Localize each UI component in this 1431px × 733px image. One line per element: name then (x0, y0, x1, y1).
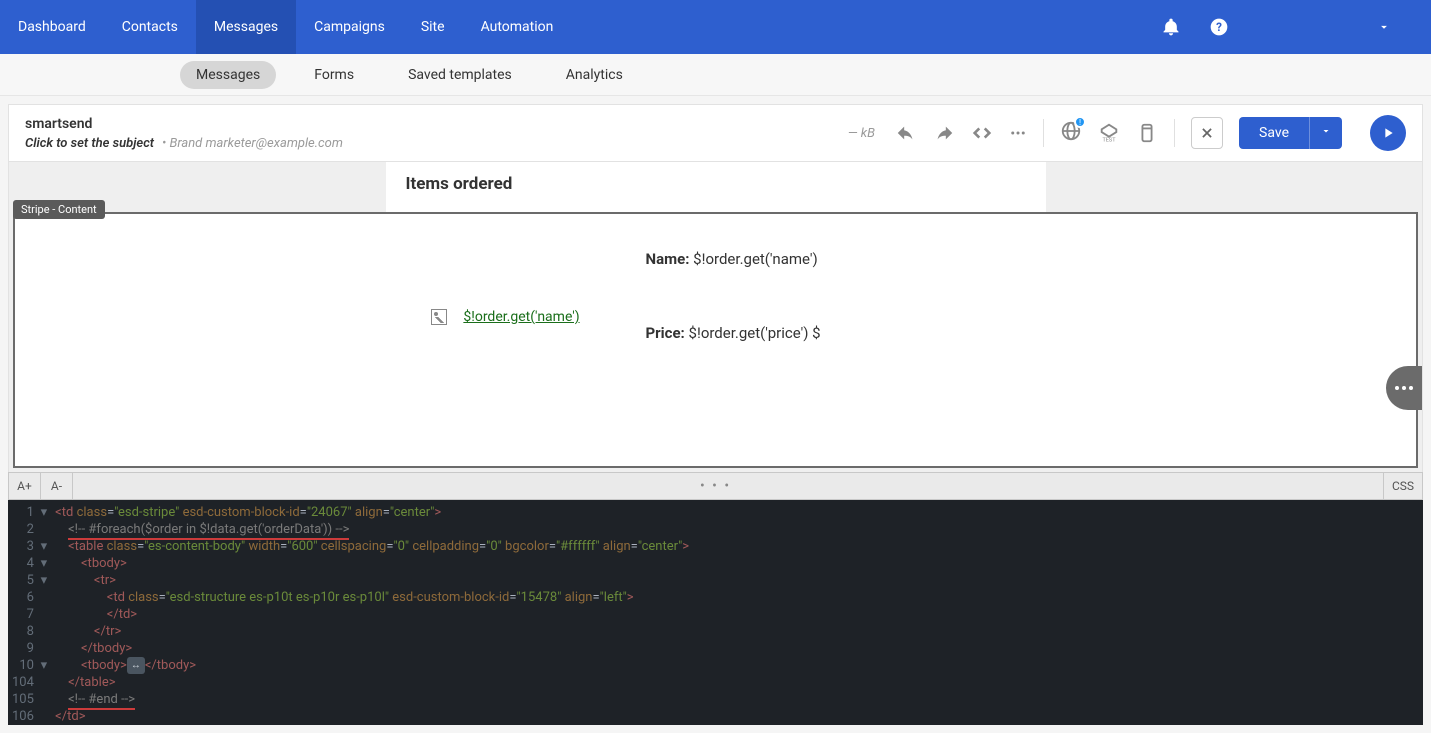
stripe-label: Stripe - Content (13, 200, 105, 219)
toolbar-separator (1043, 119, 1044, 147)
svg-text:TEST: TEST (1103, 137, 1117, 143)
selected-stripe[interactable]: $!order.get('name') Name: $!order.get('n… (13, 212, 1418, 468)
save-button[interactable]: Save (1239, 117, 1309, 149)
header-left: smartsend Click to set the subject • Bra… (25, 116, 343, 151)
email-body-top: Items ordered (386, 162, 1046, 212)
stripe-inner: $!order.get('name') Name: $!order.get('n… (386, 214, 1046, 466)
svg-text:?: ? (1216, 20, 1222, 34)
chevron-down-icon (1320, 125, 1332, 137)
close-icon (1200, 126, 1214, 140)
play-icon (1380, 125, 1396, 141)
code-icon[interactable] (971, 122, 993, 144)
subnav-saved-templates[interactable]: Saved templates (392, 61, 528, 89)
canvas-more-fab[interactable] (1386, 366, 1422, 410)
undo-icon[interactable] (895, 122, 917, 144)
subnav-forms[interactable]: Forms (298, 61, 370, 89)
name-value: $!order.get('name') (693, 250, 818, 268)
css-tab-button[interactable]: CSS (1383, 473, 1422, 499)
price-value: $!order.get('price') $ (689, 324, 821, 342)
order-image-column: $!order.get('name') (406, 250, 606, 325)
campaign-name[interactable]: smartsend (25, 116, 343, 132)
code-content[interactable]: <td class="esd-stripe" esd-custom-block-… (55, 500, 689, 725)
globe-button[interactable]: ! (1060, 120, 1082, 146)
order-price-line: Price: $!order.get('price') $ (646, 324, 1026, 342)
sub-nav: Messages Forms Saved templates Analytics (0, 54, 1431, 96)
subnav-analytics[interactable]: Analytics (550, 61, 639, 89)
test-icon[interactable]: TEST (1098, 122, 1120, 144)
top-nav: Dashboard Contacts Messages Campaigns Si… (0, 0, 1431, 54)
nav-dashboard[interactable]: Dashboard (0, 0, 104, 54)
size-info: — kB (848, 126, 875, 141)
name-label: Name: (646, 250, 690, 268)
more-icon[interactable] (1009, 122, 1027, 144)
ellipsis-icon (1395, 386, 1413, 390)
nav-campaigns[interactable]: Campaigns (296, 0, 403, 54)
save-dropdown[interactable] (1309, 117, 1342, 149)
order-row: $!order.get('name') Name: $!order.get('n… (406, 250, 1026, 398)
bell-icon[interactable] (1161, 17, 1181, 37)
broken-image-icon (431, 309, 447, 325)
font-decrease-button[interactable]: A- (41, 473, 73, 499)
redo-icon[interactable] (933, 122, 955, 144)
resize-handle[interactable]: • • • (700, 478, 731, 494)
play-button[interactable] (1370, 115, 1406, 151)
globe-badge: ! (1074, 116, 1086, 128)
font-increase-button[interactable]: A+ (9, 473, 41, 499)
nav-contacts[interactable]: Contacts (104, 0, 196, 54)
account-chevron-icon[interactable] (1377, 20, 1391, 34)
line-gutter: 1 ▾2 3 ▾4 ▾5 ▾6 7 8 9 10 ▾104 105 106 (8, 500, 55, 725)
code-editor-toolbar: A+ A- • • • CSS (8, 472, 1423, 500)
mobile-preview-icon[interactable] (1136, 122, 1158, 144)
editor-header: smartsend Click to set the subject • Bra… (8, 104, 1423, 162)
email-canvas[interactable]: Items ordered Stripe - Content $!order.g… (8, 162, 1423, 472)
nav-site[interactable]: Site (403, 0, 463, 54)
order-info-column: Name: $!order.get('name') Price: $!order… (646, 250, 1026, 398)
subject-row: Click to set the subject • Brand markete… (25, 136, 343, 151)
topnav-right: ? (1161, 17, 1431, 37)
code-editor[interactable]: 1 ▾2 3 ▾4 ▾5 ▾6 7 8 9 10 ▾104 105 106 <t… (8, 500, 1423, 725)
toolbar: ! TEST Save (895, 115, 1406, 151)
items-ordered-title: Items ordered (406, 174, 1026, 194)
close-button[interactable] (1191, 117, 1223, 149)
nav-messages[interactable]: Messages (196, 0, 296, 54)
order-name-line: Name: $!order.get('name') (646, 250, 1026, 268)
subject-placeholder[interactable]: Click to set the subject (25, 136, 154, 151)
save-group: Save (1239, 117, 1342, 149)
order-image-link[interactable]: $!order.get('name') (463, 309, 579, 325)
topnav-left: Dashboard Contacts Messages Campaigns Si… (0, 0, 571, 54)
nav-automation[interactable]: Automation (463, 0, 572, 54)
toolbar-separator-2 (1174, 119, 1175, 147)
subnav-messages[interactable]: Messages (180, 61, 276, 89)
price-label: Price: (646, 324, 685, 342)
sender-info: • Brand marketer@example.com (162, 136, 343, 151)
help-icon[interactable]: ? (1209, 17, 1229, 37)
